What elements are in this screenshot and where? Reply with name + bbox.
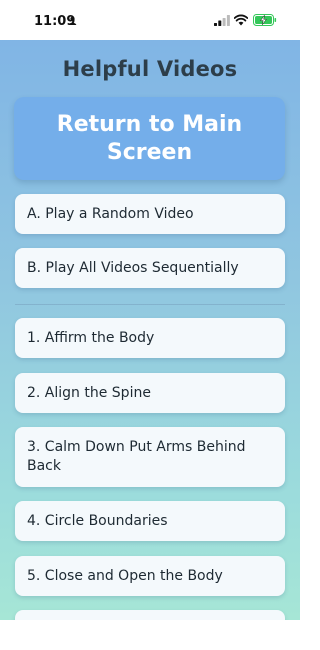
wifi-icon [234, 14, 248, 26]
action-label: A. Play a Random Video [27, 205, 194, 222]
app-screen: 11:09 Helpful Videos Return to Main Scre… [0, 0, 300, 620]
video-item[interactable]: 3. Calm Down Put Arms Behind Back [15, 427, 285, 487]
video-label: 3. Calm Down Put Arms Behind Back [27, 439, 246, 474]
page-title: Helpful Videos [62, 57, 238, 81]
play-all-videos-button[interactable]: B. Play All Videos Sequentially [15, 248, 285, 288]
video-item[interactable]: 5. Close and Open the Body [15, 556, 285, 596]
signal-icon [214, 15, 230, 26]
status-bar: 11:09 [0, 0, 300, 40]
return-button-label: Return to Main Screen [56, 111, 243, 165]
battery-charging-icon [253, 14, 277, 26]
play-random-video-button[interactable]: A. Play a Random Video [15, 194, 285, 234]
video-item[interactable]: 1. Affirm the Body [15, 318, 285, 358]
video-label: 2. Align the Spine [27, 384, 151, 401]
video-item-partial[interactable] [15, 610, 285, 620]
video-label: 4. Circle Boundaries [27, 512, 168, 529]
video-label: 1. Affirm the Body [27, 329, 155, 346]
section-divider [15, 304, 285, 305]
video-item[interactable]: 2. Align the Spine [15, 373, 285, 413]
video-item[interactable]: 4. Circle Boundaries [15, 501, 285, 541]
return-to-main-screen-button[interactable]: Return to Main Screen [14, 97, 285, 180]
action-label: B. Play All Videos Sequentially [27, 259, 239, 276]
person-icon [68, 16, 77, 25]
video-label: 5. Close and Open the Body [27, 567, 223, 584]
